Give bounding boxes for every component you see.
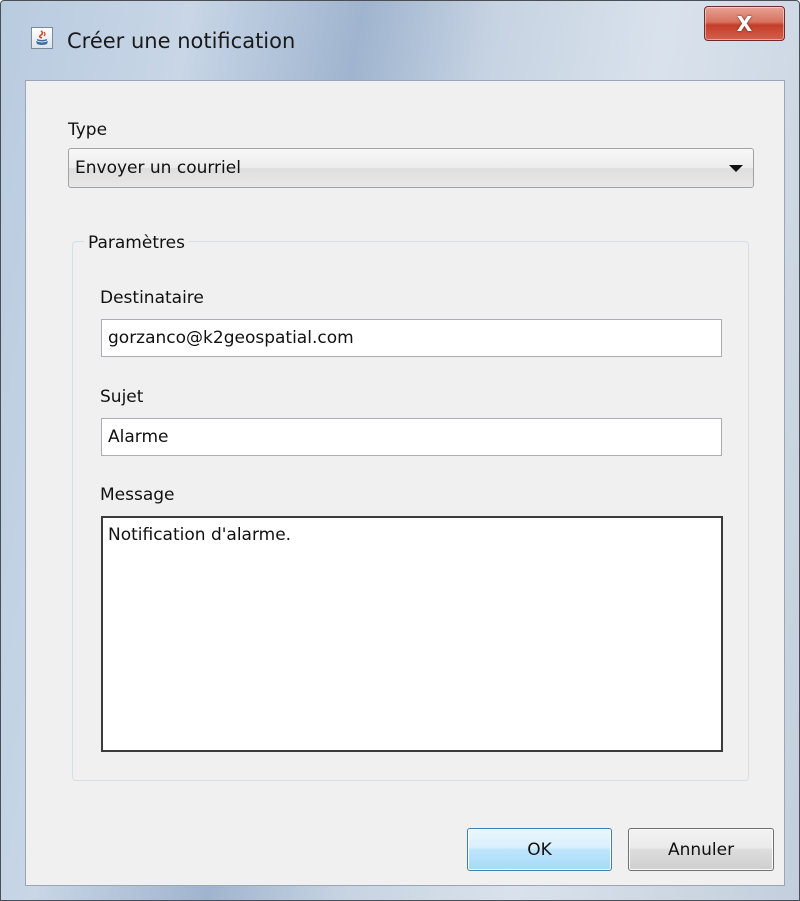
cancel-button[interactable]: Annuler bbox=[628, 828, 774, 871]
chevron-down-icon[interactable] bbox=[729, 165, 743, 172]
java-cup-icon bbox=[31, 27, 53, 49]
title-bar[interactable]: Créer une notification X bbox=[1, 1, 799, 81]
message-textarea[interactable]: Notification d'alarme. bbox=[101, 516, 723, 752]
type-dropdown-value: Envoyer un courriel bbox=[75, 158, 241, 178]
ok-button[interactable]: OK bbox=[467, 828, 612, 871]
type-label: Type bbox=[68, 120, 108, 140]
message-label: Message bbox=[100, 485, 175, 505]
parameters-legend: Paramètres bbox=[84, 232, 189, 254]
type-dropdown[interactable]: Envoyer un courriel bbox=[68, 148, 754, 188]
subject-field[interactable] bbox=[101, 418, 722, 456]
dialog-content: Type Envoyer un courriel Paramètres Dest… bbox=[25, 80, 785, 886]
subject-label: Sujet bbox=[100, 387, 144, 407]
recipient-field[interactable] bbox=[101, 319, 722, 357]
close-button[interactable]: X bbox=[704, 6, 785, 41]
close-icon: X bbox=[736, 11, 753, 36]
recipient-label: Destinataire bbox=[100, 288, 204, 308]
window-title: Créer une notification bbox=[67, 29, 296, 53]
dialog-window: Créer une notification X Type Envoyer un… bbox=[0, 0, 800, 901]
